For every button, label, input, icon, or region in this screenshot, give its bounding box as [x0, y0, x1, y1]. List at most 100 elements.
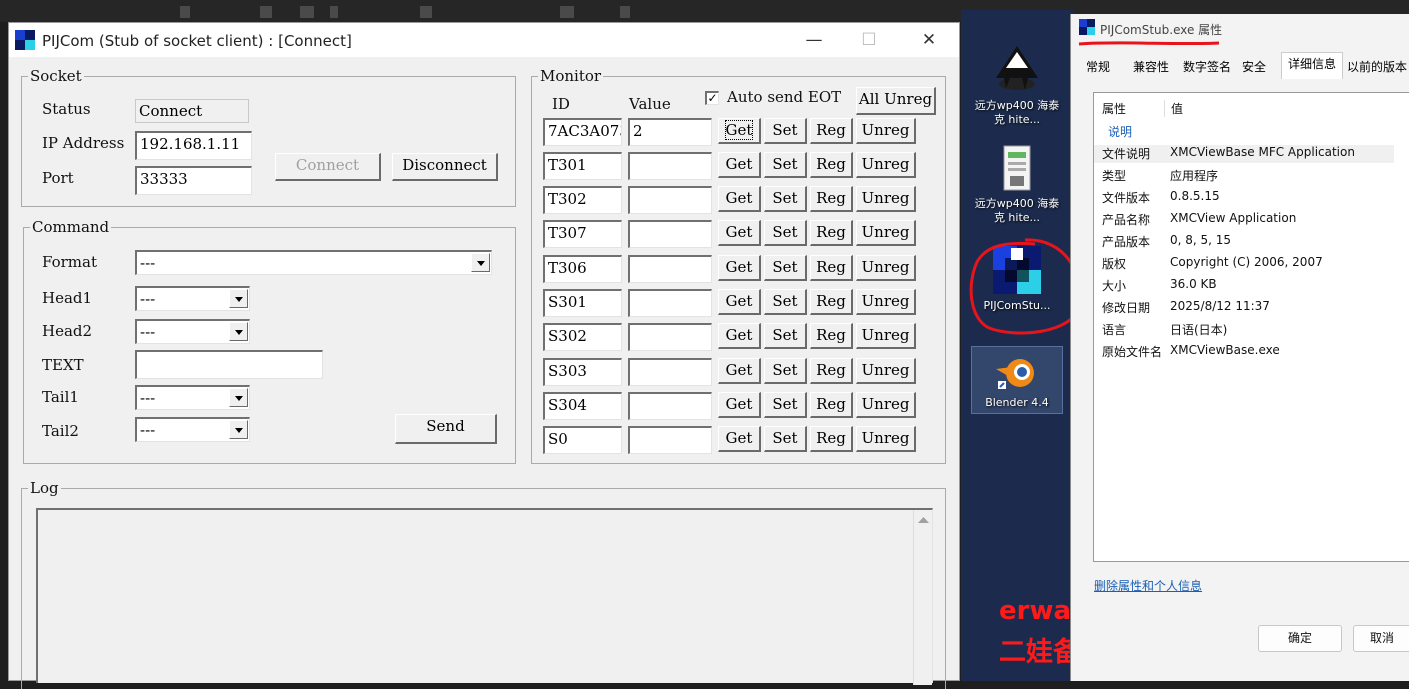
unreg-button[interactable]: Unreg: [856, 152, 916, 178]
get-button[interactable]: Get: [718, 152, 761, 178]
monitor-value-input[interactable]: [628, 289, 712, 317]
tail2-select[interactable]: ---: [135, 417, 250, 442]
monitor-value-input[interactable]: [628, 186, 712, 214]
chevron-down-icon[interactable]: [229, 420, 248, 439]
monitor-value-input[interactable]: [628, 220, 712, 248]
set-button[interactable]: Set: [764, 255, 807, 281]
reg-button[interactable]: Reg: [810, 220, 853, 246]
desktop-icon-4[interactable]: Blender 4.4: [971, 346, 1063, 414]
tab-security[interactable]: 安全: [1238, 56, 1270, 78]
maximize-button[interactable]: ☐: [854, 29, 884, 51]
ok-button[interactable]: 确定: [1258, 625, 1342, 652]
desktop-icon-1[interactable]: 远方wp400 海泰克 hite...: [971, 44, 1063, 127]
chevron-down-icon[interactable]: [229, 322, 248, 341]
set-button[interactable]: Set: [764, 152, 807, 178]
text-input[interactable]: [135, 350, 323, 379]
details-row[interactable]: 语言 日语(日本): [1102, 321, 1402, 339]
monitor-value-input[interactable]: [628, 392, 712, 420]
reg-button[interactable]: Reg: [810, 186, 853, 212]
unreg-button[interactable]: Unreg: [856, 392, 916, 418]
monitor-value-input[interactable]: 2: [628, 118, 712, 146]
connect-button[interactable]: Connect: [275, 153, 381, 181]
monitor-id-input[interactable]: S0: [543, 426, 622, 454]
monitor-id-input[interactable]: S303: [543, 358, 622, 386]
monitor-value-input[interactable]: [628, 426, 712, 454]
chevron-down-icon[interactable]: [229, 388, 248, 407]
unreg-button[interactable]: Unreg: [856, 358, 916, 384]
details-row[interactable]: 产品名称 XMCView Application: [1102, 211, 1402, 229]
minimize-button[interactable]: —: [799, 29, 829, 51]
details-row[interactable]: 文件说明 XMCViewBase MFC Application: [1094, 145, 1394, 163]
send-button[interactable]: Send: [395, 414, 497, 444]
tail1-select[interactable]: ---: [135, 385, 250, 410]
unreg-button[interactable]: Unreg: [856, 426, 916, 452]
reg-button[interactable]: Reg: [810, 118, 853, 144]
details-row[interactable]: 修改日期 2025/8/12 11:37: [1102, 299, 1402, 317]
reg-button[interactable]: Reg: [810, 255, 853, 281]
details-row[interactable]: 大小 36.0 KB: [1102, 277, 1402, 295]
remove-properties-link[interactable]: 删除属性和个人信息: [1094, 577, 1202, 594]
log-textarea[interactable]: [36, 508, 933, 685]
reg-button[interactable]: Reg: [810, 289, 853, 315]
tab-compatibility[interactable]: 兼容性: [1130, 56, 1172, 78]
set-button[interactable]: Set: [764, 392, 807, 418]
details-row[interactable]: 版权 Copyright (C) 2006, 2007: [1102, 255, 1402, 273]
unreg-button[interactable]: Unreg: [856, 186, 916, 212]
details-row[interactable]: 文件版本 0.8.5.15: [1102, 189, 1402, 207]
get-button[interactable]: Get: [718, 426, 761, 452]
unreg-button[interactable]: Unreg: [856, 289, 916, 315]
monitor-id-input[interactable]: 7AC3A073: [543, 118, 622, 146]
monitor-id-input[interactable]: S304: [543, 392, 622, 420]
tab-general[interactable]: 常规: [1081, 56, 1115, 78]
monitor-id-input[interactable]: T301: [543, 152, 622, 180]
reg-button[interactable]: Reg: [810, 152, 853, 178]
chevron-down-icon[interactable]: [229, 289, 248, 308]
monitor-id-input[interactable]: T302: [543, 186, 622, 214]
unreg-button[interactable]: Unreg: [856, 118, 916, 144]
chevron-down-icon[interactable]: [471, 253, 490, 272]
details-list[interactable]: 属性 值 说明 文件说明 XMCViewBase MFC Application 类…: [1093, 92, 1409, 562]
monitor-value-input[interactable]: [628, 255, 712, 283]
desktop-icon-2[interactable]: 远方wp400 海泰克 hite...: [971, 144, 1063, 225]
disconnect-button[interactable]: Disconnect: [392, 153, 498, 181]
unreg-button[interactable]: Unreg: [856, 255, 916, 281]
set-button[interactable]: Set: [764, 118, 807, 144]
get-button[interactable]: Get: [718, 186, 761, 212]
get-button[interactable]: Get: [718, 255, 761, 281]
monitor-id-input[interactable]: T307: [543, 220, 622, 248]
set-button[interactable]: Set: [764, 358, 807, 384]
tab-digital-signature[interactable]: 数字签名: [1179, 56, 1235, 78]
reg-button[interactable]: Reg: [810, 426, 853, 452]
get-button[interactable]: Get: [718, 358, 761, 384]
format-select[interactable]: ---: [135, 250, 492, 275]
unreg-button[interactable]: Unreg: [856, 323, 916, 349]
head2-select[interactable]: ---: [135, 319, 250, 344]
cancel-button[interactable]: 取消: [1353, 625, 1409, 652]
reg-button[interactable]: Reg: [810, 392, 853, 418]
log-scrollbar[interactable]: [913, 510, 932, 685]
get-button[interactable]: Get: [718, 118, 761, 144]
head1-select[interactable]: ---: [135, 286, 250, 311]
scroll-up-icon[interactable]: [914, 510, 933, 530]
get-button[interactable]: Get: [718, 220, 761, 246]
tab-details[interactable]: 详细信息: [1281, 52, 1343, 79]
monitor-id-input[interactable]: S301: [543, 289, 622, 317]
set-button[interactable]: Set: [764, 289, 807, 315]
details-row[interactable]: 产品版本 0, 8, 5, 15: [1102, 233, 1402, 251]
monitor-id-input[interactable]: T306: [543, 255, 622, 283]
monitor-value-input[interactable]: [628, 323, 712, 351]
get-button[interactable]: Get: [718, 392, 761, 418]
set-button[interactable]: Set: [764, 426, 807, 452]
details-row[interactable]: 原始文件名 XMCViewBase.exe: [1102, 343, 1402, 361]
ip-address-input[interactable]: 192.168.1.11: [135, 131, 252, 160]
reg-button[interactable]: Reg: [810, 323, 853, 349]
tab-previous-versions[interactable]: 以前的版本: [1347, 56, 1409, 78]
get-button[interactable]: Get: [718, 323, 761, 349]
reg-button[interactable]: Reg: [810, 358, 853, 384]
monitor-id-input[interactable]: S302: [543, 323, 622, 351]
auto-send-checkbox[interactable]: ✓: [705, 91, 719, 105]
set-button[interactable]: Set: [764, 220, 807, 246]
unreg-button[interactable]: Unreg: [856, 220, 916, 246]
monitor-value-input[interactable]: [628, 152, 712, 180]
set-button[interactable]: Set: [764, 323, 807, 349]
